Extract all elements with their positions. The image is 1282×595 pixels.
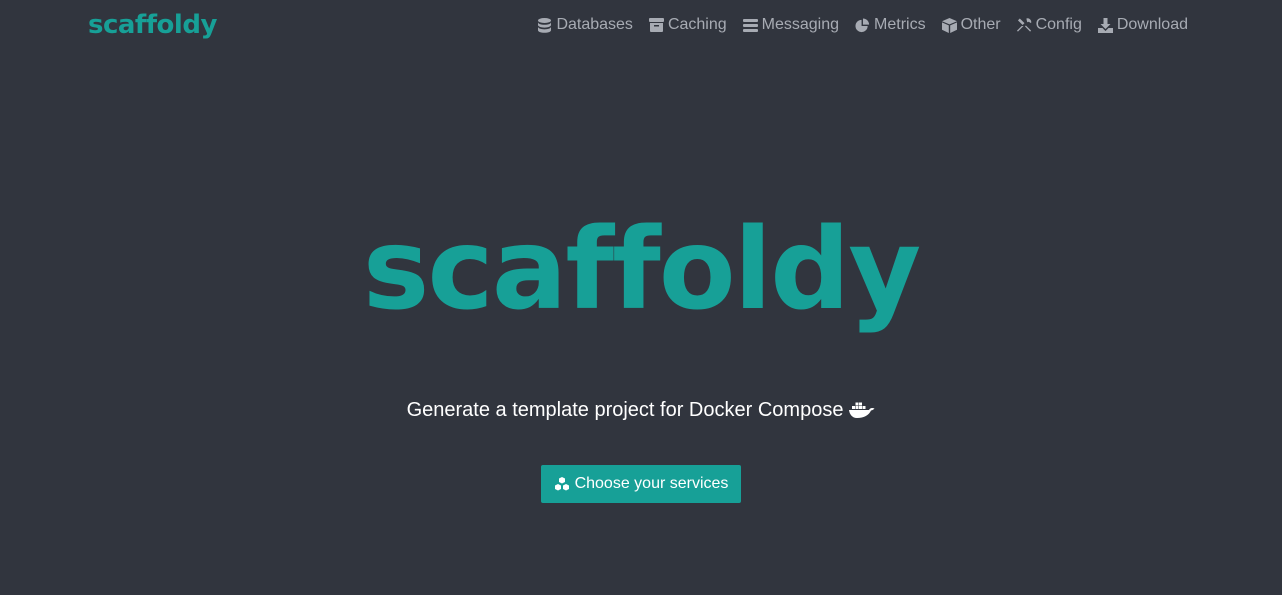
brand-logo[interactable]: scaffoldy [88,8,217,42]
nav-menu: Databases Caching Messaging Metrics Othe… [521,14,1188,36]
docker-whale-icon [849,401,875,419]
nav-item-label: Download [1116,16,1188,33]
nav-item-metrics[interactable]: Metrics [855,16,926,34]
archive-icon [648,17,664,33]
nav-item-messaging[interactable]: Messaging [742,16,840,34]
cube-icon [941,17,957,33]
nav-item-label: Databases [556,16,633,33]
nav-item-config[interactable]: Config [1016,16,1082,34]
database-icon [537,17,552,33]
tagline-text: Generate a template project for Docker C… [406,399,844,421]
nav-item-label: Messaging [761,16,840,33]
nav-item-label: Other [960,16,1001,33]
nav-item-download[interactable]: Download [1097,16,1188,34]
bars-icon [742,17,758,33]
hero-tagline: Generate a template project for Docker C… [0,396,1282,424]
tools-icon [1016,17,1032,33]
hero-logo: scaffoldy [362,205,922,335]
cubes-icon [554,477,570,491]
download-icon [1097,17,1113,33]
navbar: scaffoldy Databases Caching Messaging Me… [0,0,1282,50]
choose-services-button[interactable]: Choose your services [541,465,741,503]
cta-label: Choose your services [574,475,729,492]
pie-chart-icon [855,17,870,33]
nav-item-label: Config [1035,16,1082,33]
nav-item-other[interactable]: Other [941,16,1001,34]
nav-item-label: Caching [667,16,727,33]
nav-item-databases[interactable]: Databases [537,16,633,34]
nav-item-caching[interactable]: Caching [648,16,727,34]
nav-item-label: Metrics [874,16,926,33]
